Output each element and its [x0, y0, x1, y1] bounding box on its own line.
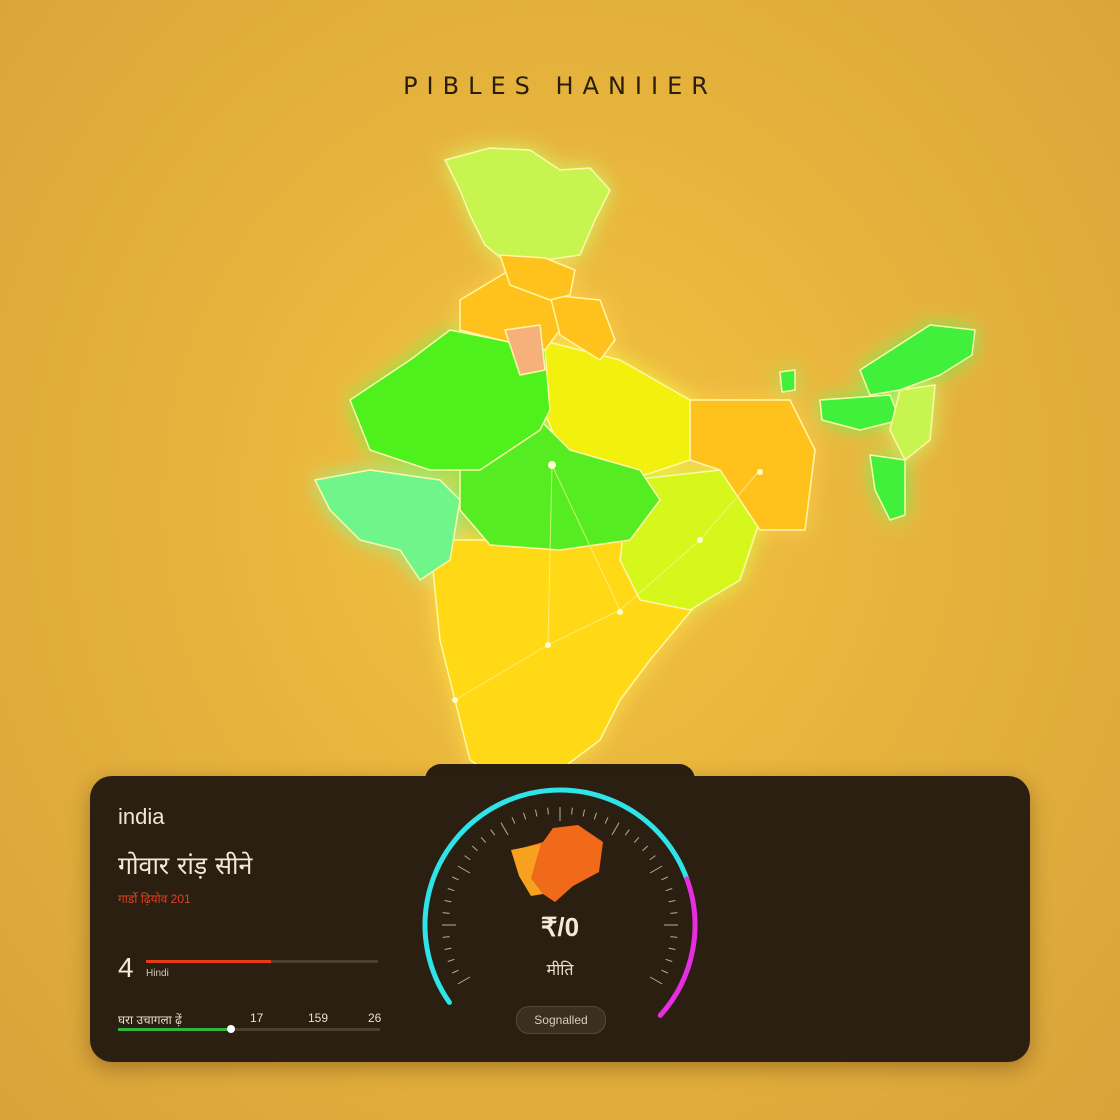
gauge-tick — [523, 812, 527, 820]
gauge-dial — [422, 787, 698, 1018]
gauge-tick — [451, 876, 459, 881]
gauge-tick — [668, 899, 676, 903]
scale-slider-knob[interactable] — [226, 1025, 235, 1033]
node-marker[interactable] — [697, 537, 703, 543]
gauge-tick — [604, 816, 609, 824]
gauge-tick — [571, 807, 573, 815]
gauge-tick — [511, 816, 516, 824]
region-subtitle: गार्डो ढ़ियोव 201 — [118, 892, 191, 906]
metric-bar-fill — [146, 960, 272, 963]
gauge-tick — [464, 855, 471, 861]
gauge-tick — [593, 812, 597, 820]
region-sikkim[interactable] — [779, 369, 796, 393]
scale-label: घरा उचागला ढ़ें — [118, 1013, 182, 1027]
status-badge[interactable]: Sognalled — [516, 1006, 606, 1034]
gauge-tick — [665, 888, 673, 892]
panel-info: india गोवार रांड़ सीने गार्डो ढ़ियोव 201… — [118, 804, 388, 1033]
gauge: ₹/0 मीति Sognalled — [403, 780, 717, 1034]
gauge-tick — [649, 865, 663, 874]
country-label: india — [118, 804, 165, 829]
gauge-tick — [547, 807, 549, 815]
node-marker[interactable] — [545, 642, 551, 648]
node-marker[interactable] — [617, 609, 623, 615]
scale-tick: 17 — [250, 1011, 264, 1025]
gauge-tick — [534, 809, 538, 817]
region-north[interactable] — [444, 147, 611, 266]
gauge-tick — [444, 899, 452, 903]
region-west[interactable] — [314, 469, 461, 581]
gauge-tick — [642, 845, 649, 852]
scale-slider[interactable] — [118, 1025, 380, 1033]
region-northeast-2[interactable] — [819, 394, 901, 431]
gauge-tick — [480, 836, 487, 843]
metric-number: 4 — [118, 952, 134, 983]
node-marker[interactable] — [452, 697, 458, 703]
scale-tick: 159 — [308, 1011, 329, 1025]
gauge-tick — [661, 876, 669, 881]
gauge-tick — [668, 947, 676, 951]
region-name: गोवार रांड़ सीने — [118, 851, 253, 880]
gauge-tick — [490, 829, 496, 836]
metric-label: Hindi — [146, 968, 169, 979]
gauge-tick — [447, 888, 455, 892]
gauge-tick — [457, 865, 471, 874]
gauge-tick — [500, 822, 509, 836]
gauge-tick — [611, 822, 620, 836]
gauge-tick — [624, 829, 630, 836]
region-northeast-4[interactable] — [869, 454, 906, 521]
metric-row: 4 Hindi — [118, 952, 378, 983]
node-marker[interactable] — [757, 469, 763, 475]
scale-slider-fill — [118, 1028, 231, 1031]
gauge-tick — [633, 836, 640, 843]
gauge-value: ₹/0 — [540, 912, 580, 942]
metric-bar — [146, 960, 378, 963]
gauge-arc-secondary — [657, 876, 698, 1018]
gauge-tick — [444, 947, 452, 951]
node-marker[interactable] — [548, 461, 556, 469]
gauge-tick — [582, 809, 586, 817]
gauge-unit: मीति — [546, 962, 574, 979]
region-northeast-3[interactable] — [889, 384, 936, 461]
gauge-tick — [471, 845, 478, 852]
scale-tick: 26 — [368, 1011, 382, 1025]
gauge-tick — [649, 855, 656, 861]
region-northeast[interactable] — [859, 324, 976, 396]
